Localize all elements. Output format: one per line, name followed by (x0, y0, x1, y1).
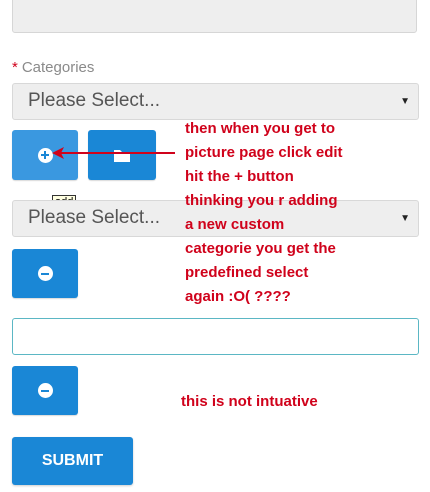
minus-circle-icon (37, 266, 53, 281)
annotation-line: categorie you get the (185, 240, 336, 257)
chevron-down-icon: ▼ (400, 213, 410, 224)
chevron-down-icon: ▼ (400, 96, 410, 107)
annotation-arrow (52, 147, 175, 159)
categories-label: * Categories (12, 59, 94, 76)
annotation-line: then when you get to (185, 120, 335, 137)
annotation-line: hit the + button (185, 168, 294, 185)
annotation-note-1: then when you get to picture page click … (185, 117, 343, 309)
annotation-line: predefined select (185, 264, 309, 281)
custom-category-input[interactable] (12, 318, 419, 355)
submit-button[interactable]: SUBMIT (12, 437, 133, 485)
select-value: Please Select... (28, 207, 161, 228)
select-value: Please Select... (28, 90, 161, 111)
categories-label-text: Categories (21, 59, 95, 76)
remove-category-button[interactable] (12, 249, 78, 298)
top-field[interactable] (12, 0, 417, 33)
annotation-line: again :O( ???? (185, 288, 291, 305)
annotation-line: picture page click edit (185, 144, 343, 161)
annotation-note-2: this is not intuative (181, 393, 318, 410)
annotation-line: thinking you r adding (185, 192, 338, 209)
required-marker: * (12, 59, 18, 76)
remove-custom-category-button[interactable] (12, 366, 78, 415)
category-select-1[interactable]: Please Select... ▼ (12, 83, 419, 120)
annotation-line: a new custom (185, 216, 285, 233)
minus-circle-icon (37, 383, 53, 398)
